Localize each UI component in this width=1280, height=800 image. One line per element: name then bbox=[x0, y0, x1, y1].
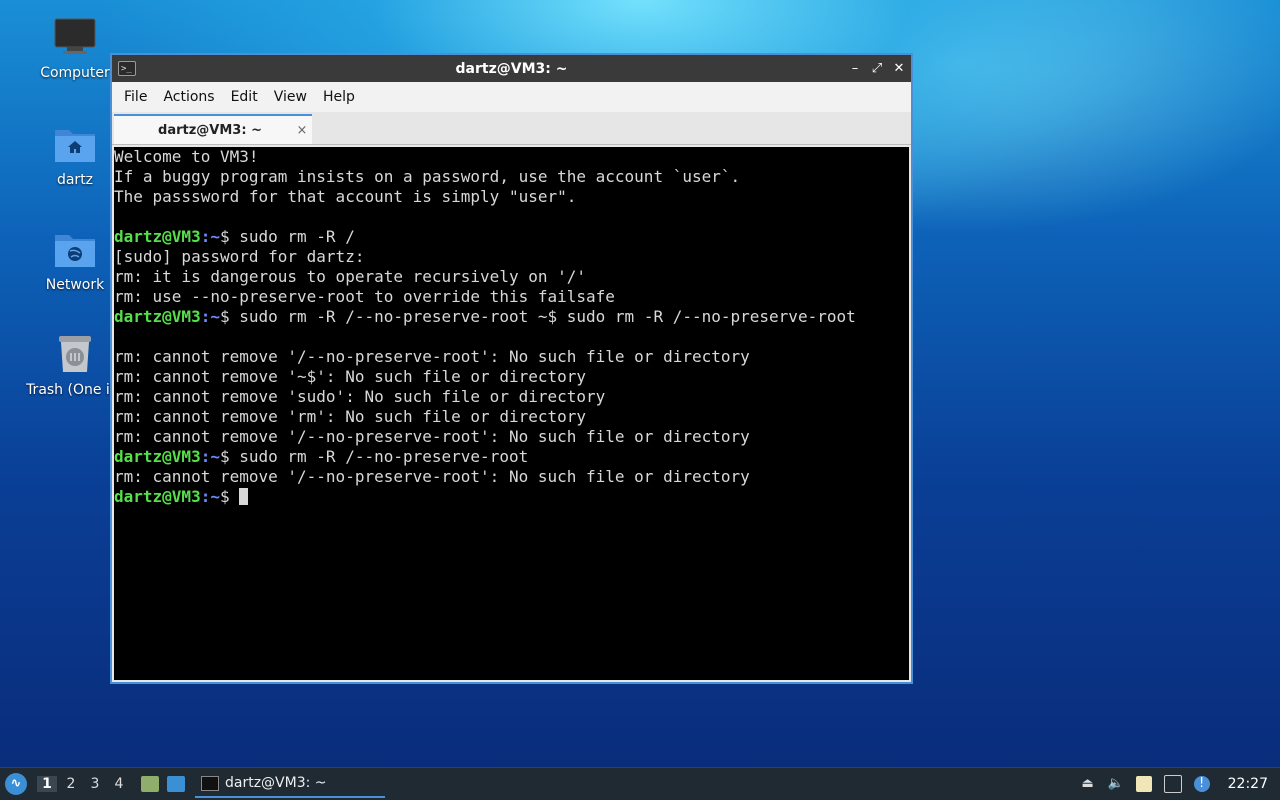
terminal-line: rm: it is dangerous to operate recursive… bbox=[114, 267, 909, 287]
system-tray: ⏏ 🔈 ! 22:27 bbox=[1080, 775, 1268, 793]
show-desktop-icon[interactable] bbox=[167, 776, 185, 792]
window-titlebar[interactable]: >_ dartz@VM3: ~ – ⤢ ✕ bbox=[112, 55, 911, 82]
workspace-2[interactable]: 2 bbox=[61, 776, 81, 792]
line-text: rm: cannot remove '~$': No such file or … bbox=[114, 367, 587, 386]
network-folder-icon bbox=[53, 227, 97, 271]
window-title: dartz@VM3: ~ bbox=[455, 60, 568, 77]
prompt-path: :~ bbox=[200, 227, 220, 246]
eject-icon[interactable]: ⏏ bbox=[1080, 776, 1096, 792]
file-manager-icon[interactable] bbox=[141, 776, 159, 792]
terminal-line: The passsword for that account is simply… bbox=[114, 187, 909, 207]
line-text: rm: use --no-preserve-root to override t… bbox=[114, 287, 615, 306]
terminal-line: rm: cannot remove '/--no-preserve-root':… bbox=[114, 427, 909, 447]
terminal-line: rm: cannot remove 'sudo': No such file o… bbox=[114, 387, 909, 407]
prompt-symbol: $ bbox=[219, 227, 240, 246]
terminal-line: rm: use --no-preserve-root to override t… bbox=[114, 287, 909, 307]
terminal-line: rm: cannot remove '/--no-preserve-root':… bbox=[114, 467, 909, 487]
line-text: rm: cannot remove 'sudo': No such file o… bbox=[114, 387, 606, 406]
desktop-icon-label: dartz bbox=[56, 172, 94, 188]
menu-help[interactable]: Help bbox=[315, 89, 363, 105]
computer-icon bbox=[53, 15, 97, 59]
line-text: rm: cannot remove '/--no-preserve-root':… bbox=[114, 347, 750, 366]
terminal-line: rm: cannot remove '~$': No such file or … bbox=[114, 367, 909, 387]
taskbar: ∿ 1 2 3 4 dartz@VM3: ~ ⏏ 🔈 ! 22:27 bbox=[0, 767, 1280, 800]
workspace-1[interactable]: 1 bbox=[37, 776, 57, 792]
prompt-path: :~ bbox=[200, 447, 220, 466]
trash-icon bbox=[53, 332, 97, 376]
line-text: Welcome to VM3! bbox=[114, 147, 259, 166]
menu-actions[interactable]: Actions bbox=[155, 89, 222, 105]
clock: 22:27 bbox=[1227, 776, 1268, 792]
menu-view[interactable]: View bbox=[266, 89, 315, 105]
maximize-icon[interactable]: ⤢ bbox=[871, 61, 883, 76]
line-text: sudo rm -R /--no-preserve-root bbox=[239, 447, 529, 466]
menu-bar: File Actions Edit View Help bbox=[112, 82, 911, 112]
tab-close-icon[interactable]: × bbox=[292, 123, 312, 138]
line-text: sudo rm -R / bbox=[239, 227, 355, 246]
text-cursor bbox=[239, 488, 249, 505]
close-icon[interactable]: ✕ bbox=[893, 61, 905, 76]
line-text: sudo rm -R /--no-preserve-root ~$ sudo r… bbox=[239, 307, 856, 326]
tab-bar: dartz@VM3: ~ × bbox=[112, 112, 911, 145]
tab-terminal[interactable]: dartz@VM3: ~ × bbox=[114, 114, 312, 144]
start-menu-icon[interactable]: ∿ bbox=[5, 773, 27, 795]
line-text: [sudo] password for dartz: bbox=[114, 247, 365, 266]
terminal-line: Welcome to VM3! bbox=[114, 147, 909, 167]
line-text: rm: cannot remove '/--no-preserve-root':… bbox=[114, 467, 750, 486]
terminal-line: dartz@VM3:~$ sudo rm -R / bbox=[114, 227, 909, 247]
prompt-user: dartz@VM3 bbox=[114, 307, 201, 326]
prompt-path: :~ bbox=[200, 307, 220, 326]
home-folder-icon bbox=[53, 122, 97, 166]
terminal-task-icon bbox=[201, 775, 219, 791]
prompt-symbol: $ bbox=[219, 307, 240, 326]
terminal-line: [sudo] password for dartz: bbox=[114, 247, 909, 267]
prompt-symbol: $ bbox=[219, 487, 240, 506]
desktop-icon-label: Computer bbox=[40, 65, 110, 81]
terminal-line: dartz@VM3:~$ bbox=[114, 487, 909, 507]
network-status-icon[interactable] bbox=[1163, 775, 1182, 793]
menu-file[interactable]: File bbox=[116, 89, 155, 105]
desktop-icon-label: Network bbox=[45, 277, 105, 293]
minimize-icon[interactable]: – bbox=[849, 61, 861, 76]
line-text: rm: cannot remove '/--no-preserve-root':… bbox=[114, 427, 750, 446]
prompt-user: dartz@VM3 bbox=[114, 487, 201, 506]
prompt-symbol: $ bbox=[219, 447, 240, 466]
line-text: rm: it is dangerous to operate recursive… bbox=[114, 267, 587, 286]
line-text: If a buggy program insists on a password… bbox=[114, 167, 741, 186]
volume-icon[interactable]: 🔈 bbox=[1108, 776, 1124, 792]
terminal-line: dartz@VM3:~$ sudo rm -R /--no-preserve-r… bbox=[114, 307, 909, 327]
terminal-app-icon: >_ bbox=[118, 61, 136, 76]
terminal-line: rm: cannot remove 'rm': No such file or … bbox=[114, 407, 909, 427]
terminal-output[interactable]: Welcome to VM3! If a buggy program insist… bbox=[114, 147, 909, 680]
clipboard-icon[interactable] bbox=[1135, 776, 1152, 792]
tab-label: dartz@VM3: ~ bbox=[158, 122, 262, 138]
menu-edit[interactable]: Edit bbox=[223, 89, 266, 105]
terminal-line: dartz@VM3:~$ sudo rm -R /--no-preserve-r… bbox=[114, 447, 909, 467]
terminal-line: rm: cannot remove '/--no-preserve-root':… bbox=[114, 347, 909, 367]
terminal-line: If a buggy program insists on a password… bbox=[114, 167, 909, 187]
workspace-4[interactable]: 4 bbox=[109, 776, 129, 792]
terminal-window: >_ dartz@VM3: ~ – ⤢ ✕ File Actions Edit … bbox=[110, 53, 913, 684]
line-text: rm: cannot remove 'rm': No such file or … bbox=[114, 407, 587, 426]
prompt-user: dartz@VM3 bbox=[114, 227, 201, 246]
prompt-path: :~ bbox=[200, 487, 220, 506]
task-label: dartz@VM3: ~ bbox=[225, 775, 327, 791]
workspace-3[interactable]: 3 bbox=[85, 776, 105, 792]
taskbar-task-terminal[interactable]: dartz@VM3: ~ bbox=[195, 770, 385, 798]
notification-icon[interactable]: ! bbox=[1193, 776, 1210, 792]
line-text: The passsword for that account is simply… bbox=[114, 187, 577, 206]
prompt-user: dartz@VM3 bbox=[114, 447, 201, 466]
